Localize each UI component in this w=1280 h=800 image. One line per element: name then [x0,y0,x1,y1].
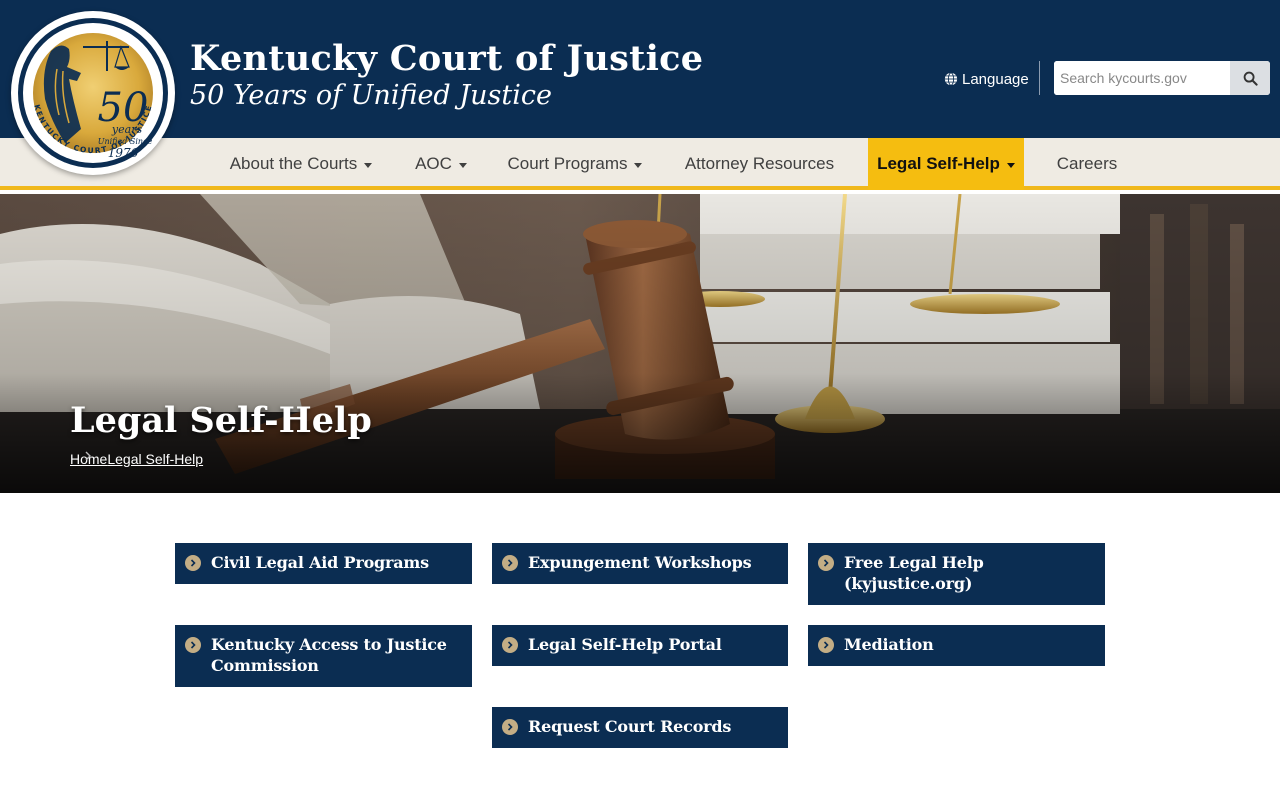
chevron-circle-right-icon [502,555,518,571]
chevron-circle-right-icon [185,637,201,653]
header-divider [1039,61,1040,95]
breadcrumb-current-link[interactable]: Legal Self-Help [107,451,203,467]
link-mediation[interactable]: Mediation [808,625,1105,666]
nav-aoc[interactable]: AOC [403,138,479,190]
link-label: Kentucky Access to Justice Commission [211,635,447,675]
nav-legal-self-help[interactable]: Legal Self-Help [868,138,1024,190]
caret-down-icon [634,162,643,168]
nav-careers[interactable]: Careers [1045,138,1129,190]
nav-about-the-courts[interactable]: About the Courts [216,138,386,190]
main-nav: About the Courts AOC Court Programs Atto… [0,138,1280,190]
gavel-books-scales-image [0,194,1280,493]
nav-court-programs[interactable]: Court Programs [495,138,655,190]
link-label: Free Legal Help (kyjustice.org) [844,553,984,593]
nav-label: Attorney Resources [684,154,835,173]
caret-down-icon [364,162,373,168]
site-header: 50 years Unified Since 1976 KENTUCKY COU… [0,0,1280,175]
chevron-circle-right-icon [818,555,834,571]
link-label: Expungement Workshops [528,553,752,572]
globe-icon [944,72,958,86]
search-box [1054,61,1270,95]
language-selector[interactable]: Language [944,69,1029,89]
hero-banner: Legal Self-Help Home Legal Self-Help [0,194,1280,493]
link-label: Mediation [844,635,934,654]
search-input[interactable] [1054,61,1230,95]
nav-label: About the Courts [229,154,358,173]
link-label: Request Court Records [528,717,732,736]
search-button[interactable] [1230,61,1270,95]
link-request-court-records[interactable]: Request Court Records [492,707,788,748]
nav-label: Legal Self-Help [877,154,1000,173]
link-free-legal-help[interactable]: Free Legal Help (kyjustice.org) [808,543,1105,605]
caret-down-icon [458,162,467,168]
nav-label: Court Programs [507,154,628,173]
language-label: Language [962,70,1029,88]
breadcrumb: Home Legal Self-Help [70,451,203,467]
site-subtitle: 50 Years of Unified Justice [190,80,552,111]
chevron-right-icon [85,451,91,461]
link-legal-self-help-portal[interactable]: Legal Self-Help Portal [492,625,788,666]
link-kentucky-access-to-justice-commission[interactable]: Kentucky Access to Justice Commission [175,625,472,687]
chevron-circle-right-icon [502,719,518,735]
nav-attorney-resources[interactable]: Attorney Resources [672,138,847,190]
chevron-circle-right-icon [502,637,518,653]
link-label: Legal Self-Help Portal [528,635,722,654]
nav-label: Careers [1056,154,1118,173]
nav-label: AOC [415,154,452,173]
page-title: Legal Self-Help [70,400,372,441]
site-title[interactable]: Kentucky Court of Justice [190,38,703,79]
seal-graphic: 50 years Unified Since 1976 KENTUCKY COU… [14,14,172,172]
chevron-circle-right-icon [185,555,201,571]
caret-down-icon [1006,162,1015,168]
link-label: Civil Legal Aid Programs [211,553,429,572]
chevron-circle-right-icon [818,637,834,653]
link-civil-legal-aid-programs[interactable]: Civil Legal Aid Programs [175,543,472,584]
court-seal-logo[interactable]: 50 years Unified Since 1976 KENTUCKY COU… [11,11,175,175]
search-icon [1243,71,1258,86]
link-expungement-workshops[interactable]: Expungement Workshops [492,543,788,584]
